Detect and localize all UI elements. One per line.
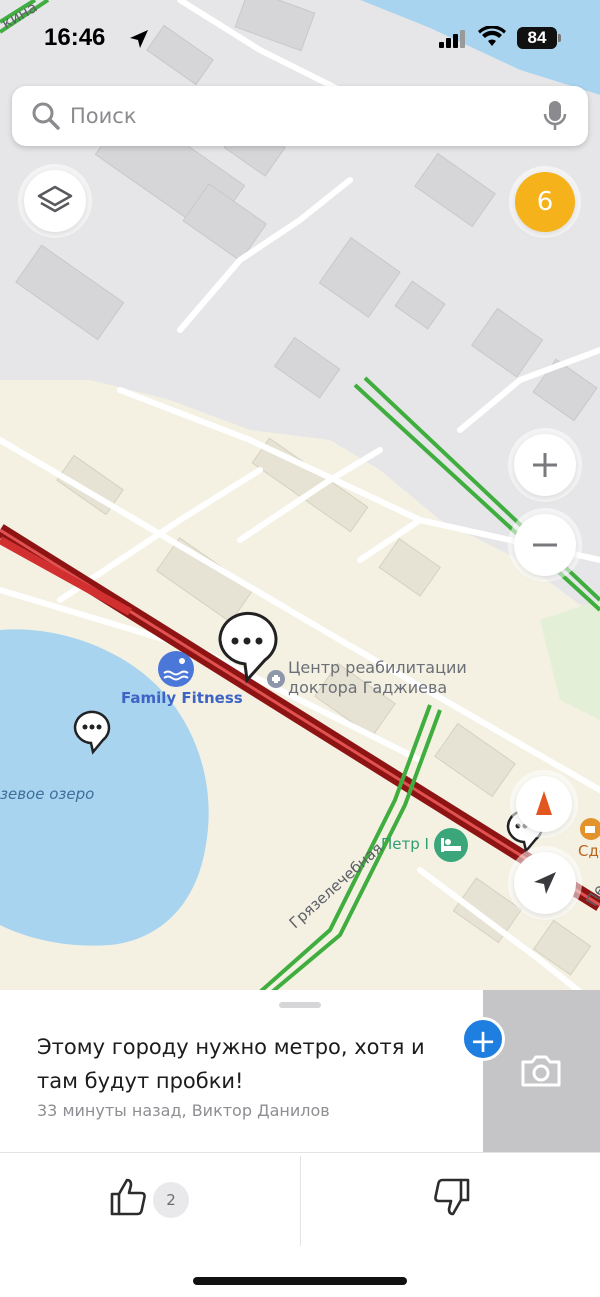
home-indicator[interactable] (193, 1277, 407, 1285)
search-icon (32, 102, 60, 130)
medical-icon[interactable] (267, 670, 285, 688)
comment-text: Этому городу нужно метро, хотя и там буд… (37, 1035, 425, 1093)
cafe-icon[interactable] (580, 818, 600, 840)
divider (0, 1152, 600, 1153)
comment-sheet[interactable]: + Этому городу нужно метро, хотя и там б… (0, 990, 600, 1297)
map-label-cafe[interactable]: Сделай (578, 841, 600, 861)
map-canvas (0, 0, 600, 992)
divider (300, 1156, 301, 1246)
add-comment-button[interactable]: + (461, 1017, 505, 1061)
map-label-lake: зевое озеро (0, 785, 95, 803)
microphone-icon[interactable] (542, 100, 568, 132)
add-photo-panel[interactable] (483, 990, 600, 1152)
my-location-button[interactable] (514, 852, 576, 914)
zoom-out-button[interactable] (514, 514, 576, 576)
events-count-button[interactable]: 6 (515, 172, 575, 232)
signal-icon (439, 30, 465, 48)
compass-button[interactable] (516, 776, 572, 832)
status-bar: 16:46 84 (0, 22, 600, 58)
layers-button[interactable] (24, 170, 86, 232)
layers-icon (37, 185, 73, 213)
wifi-icon (478, 26, 506, 46)
hotel-icon[interactable] (434, 828, 468, 862)
camera-icon (521, 1055, 561, 1087)
like-count-badge: 2 (153, 1182, 189, 1218)
sheet-grabber[interactable] (279, 1002, 321, 1008)
search-input[interactable] (70, 100, 510, 132)
minus-icon (533, 543, 557, 547)
thumbs-up-icon[interactable] (108, 1176, 150, 1218)
screen: Центр реабилитации доктора Гаджиева Fami… (0, 0, 600, 1297)
swim-icon[interactable] (158, 651, 194, 687)
status-time: 16:46 (44, 24, 106, 51)
zoom-in-button[interactable] (514, 434, 576, 496)
comment-meta: 33 минуты назад, Виктор Данилов (37, 1101, 330, 1120)
search-bar[interactable] (12, 86, 588, 146)
map-view[interactable]: Центр реабилитации доктора Гаджиева Fami… (0, 0, 600, 992)
battery-indicator: 84 (517, 27, 557, 49)
navigation-arrow-icon (534, 872, 556, 894)
compass-icon (536, 791, 552, 815)
location-arrow-icon (130, 30, 148, 48)
map-label-fitness[interactable]: Family Fitness (121, 688, 243, 708)
thumbs-down-icon[interactable] (430, 1176, 472, 1218)
battery-tip (558, 34, 561, 42)
plus-icon (533, 453, 557, 477)
map-label-rehab-center[interactable]: Центр реабилитации доктора Гаджиева (288, 658, 488, 698)
map-label-petr[interactable]: Петр I (381, 834, 429, 854)
